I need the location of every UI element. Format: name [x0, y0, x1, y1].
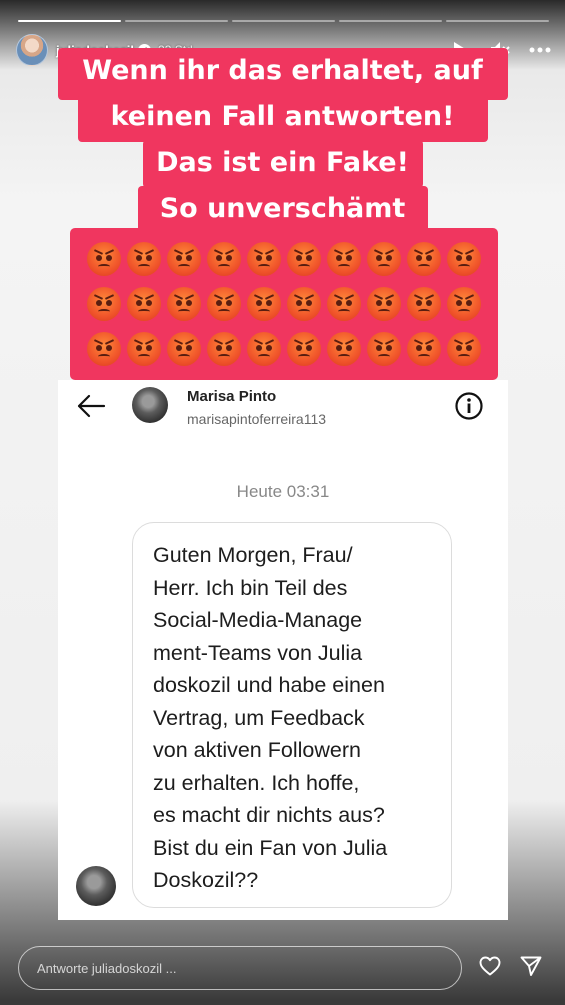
angry-face-icon — [207, 241, 241, 276]
angry-face-icon — [287, 332, 321, 367]
message-text-line: von aktiven Followern — [153, 738, 361, 762]
send-icon[interactable] — [519, 954, 543, 978]
sender-avatar — [76, 866, 116, 906]
message-text-line: Guten Morgen, Frau/ — [153, 543, 353, 567]
message-text-line: Bist du ein Fan von Julia — [153, 835, 388, 860]
progress-segment — [339, 20, 442, 22]
angry-face-icon — [87, 286, 121, 321]
angry-face-icon — [407, 286, 441, 321]
message-text-line: es macht dir nichts aus? — [153, 803, 385, 827]
angry-face-icon — [327, 241, 361, 276]
sticker-text-line: Wenn ihr das erhaltet, auf — [57, 48, 508, 100]
info-icon — [455, 392, 483, 420]
progress-segment — [446, 20, 549, 22]
angry-face-icon — [207, 286, 241, 321]
more-options-button[interactable] — [529, 39, 551, 61]
dm-timestamp: Heute 03:31 — [236, 482, 330, 501]
angry-face-icon — [127, 332, 161, 367]
angry-face-icon — [367, 241, 401, 276]
dm-contact-name: Marisa Pinto — [187, 388, 277, 405]
message-text-line: Doskozil?? — [153, 868, 259, 892]
angry-face-icon — [127, 286, 161, 321]
angry-face-icon — [167, 241, 201, 276]
angry-face-icon — [327, 286, 361, 321]
sticker-text-line: So unverschämt — [137, 186, 428, 234]
angry-face-icon — [447, 332, 481, 367]
angry-face-icon — [287, 286, 321, 321]
dm-screenshot: Marisa Pinto marisapintoferreira113 Heut… — [58, 380, 508, 920]
progress-segment — [125, 20, 228, 22]
progress-segment — [232, 20, 335, 22]
message-text-line: Vertrag, um Feedback — [153, 705, 365, 730]
more-options-icon — [529, 47, 551, 53]
message-text-line: Social-Media-Manage — [153, 608, 363, 632]
angry-face-icon — [407, 241, 441, 276]
profile-avatar[interactable] — [16, 34, 48, 66]
dm-header: Marisa Pinto marisapintoferreira113 — [58, 380, 508, 440]
angry-face-icon — [407, 332, 441, 367]
sticker-text-line: keinen Fall antworten! — [77, 94, 488, 142]
message-text-line: ment-Teams von Julia — [153, 640, 363, 665]
progress-fill — [18, 20, 121, 22]
story-progress — [18, 20, 549, 22]
angry-face-icon — [367, 332, 401, 367]
dm-contact-avatar — [132, 387, 168, 423]
angry-face-icon — [127, 241, 161, 276]
message-text-line: Herr. Ich bin Teil des — [153, 575, 348, 600]
angry-face-icon — [87, 332, 121, 367]
angry-face-icon — [367, 286, 401, 321]
story-viewer: juliadoskozil ✓ 23 Std. Wenn ihr das erh… — [0, 0, 565, 1005]
message-bubble: Guten Morgen, Frau/Herr. Ich bin Teil de… — [132, 522, 452, 908]
back-arrow-icon — [77, 394, 106, 418]
angry-emoji-sticker — [70, 228, 498, 380]
progress-segment — [18, 20, 121, 22]
angry-face-icon — [327, 332, 361, 367]
sticker-text-line: Das ist ein Fake! — [142, 140, 423, 188]
angry-face-icon — [167, 286, 201, 321]
angry-face-icon — [247, 332, 281, 367]
angry-face-icon — [447, 286, 481, 321]
heart-icon[interactable] — [478, 954, 502, 978]
angry-face-icon — [167, 332, 201, 367]
angry-face-icon — [87, 241, 121, 276]
dm-contact-handle: marisapintoferreira113 — [187, 411, 327, 427]
angry-face-icon — [447, 241, 481, 276]
message-text-line: zu erhalten. Ich hoffe, — [153, 770, 360, 795]
reply-input[interactable] — [37, 960, 461, 976]
angry-face-icon — [207, 332, 241, 367]
angry-face-icon — [287, 241, 321, 276]
message-text-line: doskozil und habe einen — [153, 673, 385, 697]
angry-face-icon — [247, 286, 281, 321]
angry-face-icon — [247, 241, 281, 276]
reply-field[interactable] — [18, 946, 462, 990]
